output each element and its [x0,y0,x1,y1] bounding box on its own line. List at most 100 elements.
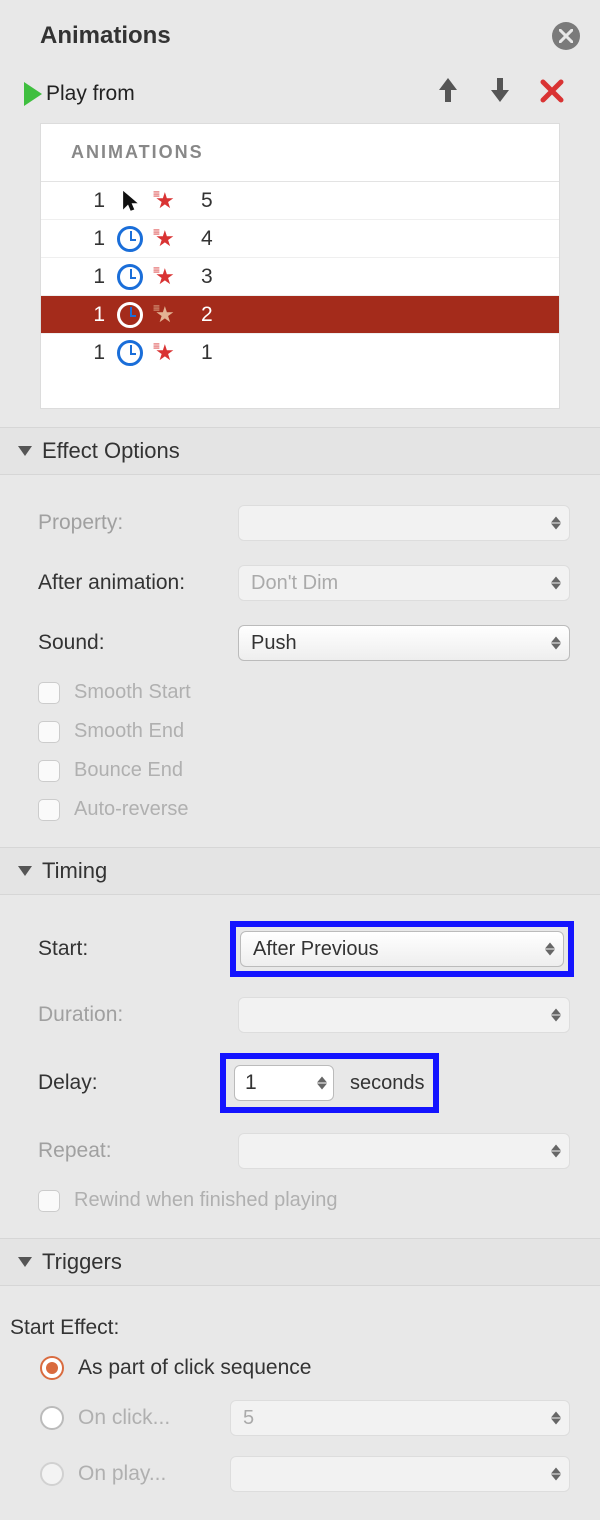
auto-reverse-row: Auto-reverse [38,790,570,829]
effect-options-body: Property: After animation: Don't Dim Sou… [0,475,600,847]
animation-order: 1 [77,265,105,289]
smooth-end-label: Smooth End [74,720,184,743]
stepper-icon [551,517,561,530]
start-value: After Previous [253,938,379,961]
clock-trigger-icon [113,264,147,290]
close-icon [559,29,573,43]
animation-label: 3 [201,265,213,289]
animation-row[interactable]: 1 ≡★ 3 [41,258,559,296]
repeat-label: Repeat: [38,1139,238,1163]
on-click-target-value: 5 [243,1407,254,1430]
animation-row[interactable]: 1 ≡★ 1 [41,334,559,372]
play-from-label: Play from [46,82,135,106]
auto-reverse-checkbox[interactable] [38,799,60,821]
x-icon [540,79,564,103]
start-select[interactable]: After Previous [240,931,564,967]
triggers-header[interactable]: Triggers [0,1238,600,1286]
smooth-end-checkbox[interactable] [38,721,60,743]
stepper-icon [551,1412,561,1425]
panel-header: Animations [0,0,600,74]
timing-title: Timing [42,858,107,884]
effect-icon: ≡★ [151,228,185,250]
radio-click-sequence[interactable] [40,1356,64,1380]
smooth-start-row: Smooth Start [38,673,570,712]
delete-button[interactable] [532,77,572,111]
chevron-down-icon [18,866,32,876]
animation-row[interactable]: 1 ≡★ 5 [41,182,559,220]
effect-icon: ≡★ [151,304,185,326]
on-play-target-select[interactable] [230,1456,570,1492]
animation-label: 5 [201,189,213,213]
animations-list: ANIMATIONS 1 ≡★ 5 1 ≡★ 4 1 ≡★ 3 1 ≡★ 2 1… [40,123,560,409]
effect-options-title: Effect Options [42,438,180,464]
property-label: Property: [38,511,238,535]
property-select[interactable] [238,505,570,541]
arrow-down-icon [489,76,511,104]
radio-on-play[interactable] [40,1462,64,1486]
delay-value: 1 [245,1071,257,1095]
delay-label: Delay: [38,1071,238,1095]
clock-trigger-icon [113,226,147,252]
animation-label: 1 [201,341,213,365]
play-from-button[interactable]: Play from [24,82,135,106]
radio-click-sequence-label: As part of click sequence [78,1356,311,1380]
animation-label: 4 [201,227,213,251]
sound-value: Push [251,632,297,655]
panel-title: Animations [40,22,171,50]
animations-toolbar: Play from [0,74,600,123]
trigger-click-sequence-row[interactable]: As part of click sequence [10,1346,570,1390]
animation-row[interactable]: 1 ≡★ 2 [41,296,559,334]
clock-trigger-icon [113,340,147,366]
trigger-on-play-row[interactable]: On play... [10,1446,570,1502]
after-animation-label: After animation: [38,571,238,595]
after-animation-select[interactable]: Don't Dim [238,565,570,601]
move-down-button[interactable] [480,76,520,111]
animation-order: 1 [77,227,105,251]
click-trigger-icon [113,190,147,212]
effect-options-header[interactable]: Effect Options [0,427,600,475]
auto-reverse-label: Auto-reverse [74,798,189,821]
bounce-end-checkbox[interactable] [38,760,60,782]
clock-trigger-icon [113,302,147,328]
close-button[interactable] [552,22,580,50]
effect-icon: ≡★ [151,342,185,364]
after-animation-value: Don't Dim [251,572,338,595]
duration-label: Duration: [38,1003,238,1027]
effect-icon: ≡★ [151,266,185,288]
bounce-end-label: Bounce End [74,759,183,782]
sound-select[interactable]: Push [238,625,570,661]
chevron-down-icon [18,446,32,456]
stepper-icon [545,943,555,956]
radio-on-click-label: On click... [78,1406,170,1430]
rewind-checkbox[interactable] [38,1190,60,1212]
smooth-start-checkbox[interactable] [38,682,60,704]
animation-order: 1 [77,341,105,365]
stepper-icon [551,1009,561,1022]
triggers-title: Triggers [42,1249,122,1275]
on-click-target-select[interactable]: 5 [230,1400,570,1436]
stepper-icon [551,577,561,590]
animations-list-header: ANIMATIONS [41,124,559,182]
radio-on-play-label: On play... [78,1462,166,1486]
sound-label: Sound: [38,631,238,655]
triggers-body: Start Effect: As part of click sequence … [0,1286,600,1520]
play-icon [24,82,42,106]
rewind-label: Rewind when finished playing [74,1189,338,1212]
repeat-select[interactable] [238,1133,570,1169]
delay-unit: seconds [350,1072,425,1095]
move-up-button[interactable] [428,76,468,111]
delay-input[interactable]: 1 [234,1065,334,1101]
stepper-icon [551,1145,561,1158]
duration-select[interactable] [238,997,570,1033]
animation-row[interactable]: 1 ≡★ 4 [41,220,559,258]
arrow-up-icon [437,76,459,104]
stepper-icon [551,637,561,650]
timing-header[interactable]: Timing [0,847,600,895]
delay-highlight: 1 seconds [220,1053,439,1113]
trigger-on-click-row[interactable]: On click... 5 [10,1390,570,1446]
start-label: Start: [38,937,238,961]
chevron-down-icon [18,1257,32,1267]
stepper-icon [317,1077,327,1090]
radio-on-click[interactable] [40,1406,64,1430]
animation-order: 1 [77,303,105,327]
